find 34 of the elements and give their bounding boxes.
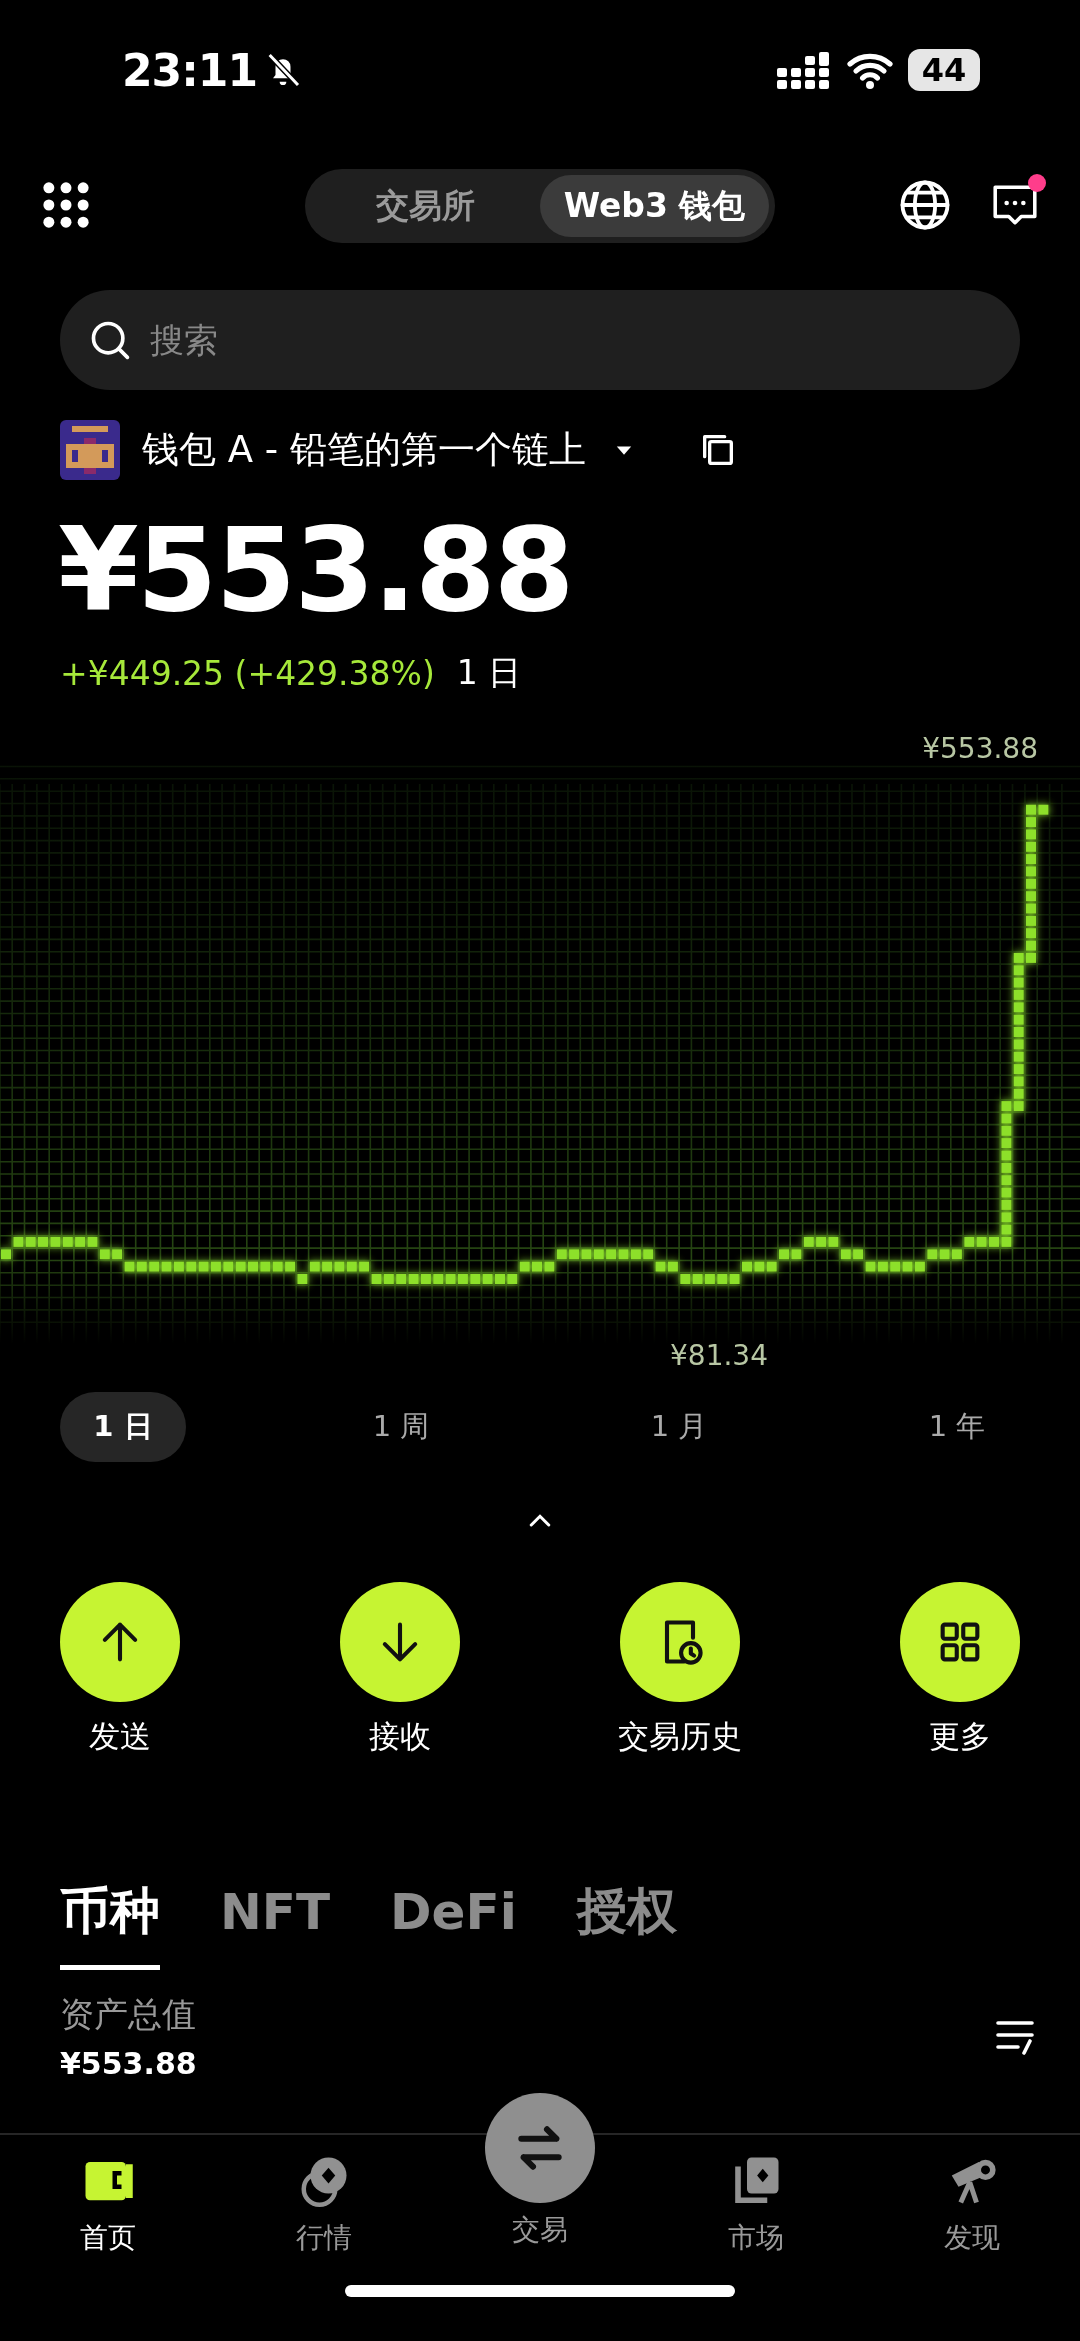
asset-tab[interactable]: 币种 [60, 1878, 160, 1970]
total-label: 资产总值 [60, 1993, 197, 2036]
globe-icon[interactable] [898, 178, 952, 232]
signal-icon [776, 50, 832, 90]
search-field[interactable]: 搜索 [60, 290, 1020, 390]
min-price-label: ¥81.34 [670, 1339, 768, 1372]
apps-menu-icon[interactable] [42, 181, 90, 229]
mode-tab[interactable]: 交易所 [311, 175, 540, 237]
action-label: 交易历史 [618, 1717, 742, 1756]
avatar-icon[interactable] [60, 420, 120, 480]
asset-tab[interactable]: NFT [220, 1878, 331, 1970]
nav-tab[interactable]: 首页 [0, 2135, 216, 2285]
nav-tab[interactable]: 市场 [648, 2135, 864, 2285]
total-value: ¥553.88 [60, 2046, 197, 2081]
balance-change: +¥449.25 (+429.38%) [60, 653, 435, 693]
period-tab[interactable]: 1 日 [60, 1392, 186, 1462]
status-time: 23:11 [122, 44, 258, 96]
period-tab[interactable]: 1 周 [338, 1392, 464, 1462]
nav-tab[interactable]: 行情 [216, 2135, 432, 2285]
max-price-label: ¥553.88 [922, 732, 1038, 765]
asset-tab[interactable]: DeFi [390, 1878, 517, 1970]
nav-tab[interactable]: 发现 [864, 2135, 1080, 2285]
action-label: 更多 [929, 1717, 991, 1756]
total-balance: ¥553.88 [58, 501, 574, 639]
period-tab[interactable]: 1 年 [894, 1392, 1020, 1462]
action-label: 接收 [369, 1717, 431, 1756]
asset-tab[interactable]: 授权 [576, 1878, 677, 1970]
nav-tab[interactable]: 交易 [432, 2093, 648, 2285]
mode-tab[interactable]: Web3 钱包 [540, 175, 769, 237]
battery-indicator: 44 [908, 49, 980, 91]
change-period: 1 日 [456, 651, 522, 694]
wallet-name[interactable]: 钱包 A - 铅笔的第一个链上 [142, 425, 586, 475]
action-label: 发送 [89, 1717, 151, 1756]
period-tab[interactable]: 1 月 [616, 1392, 742, 1462]
